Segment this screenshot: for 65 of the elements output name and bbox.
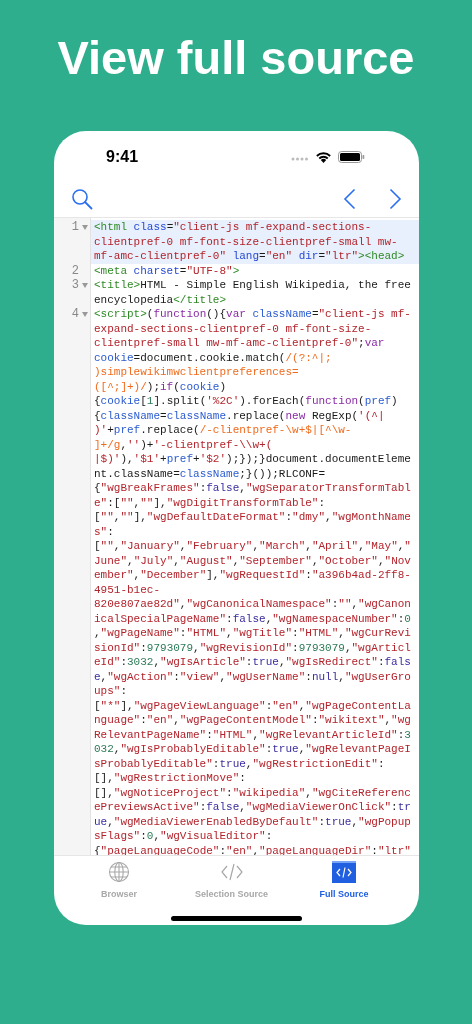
code-line: 4951-b1ec- bbox=[94, 582, 160, 597]
code-line: <meta charset="UTF-8"> bbox=[94, 263, 240, 278]
code-line: |$)'),'$1'+pref+'$2');});}document.documentEleme bbox=[94, 452, 411, 467]
line-number: 2 bbox=[71, 263, 79, 278]
fold-triangle-icon[interactable] bbox=[82, 312, 88, 317]
code-line: expand-sections-clientpref-0 mf-font-size- bbox=[94, 321, 372, 336]
line-number: 1 bbox=[71, 220, 79, 235]
code-line: nguage":"en","wgPageContentModel":"wikitext","wg bbox=[94, 713, 411, 728]
code-line: June","July","August","September","October","Nov bbox=[94, 553, 411, 568]
globe-icon bbox=[107, 861, 131, 883]
code-line: mf-amc-clientpref-0" lang="en" dir="ltr"><head> bbox=[94, 249, 405, 264]
line-number: 3 bbox=[71, 278, 79, 293]
code-line: )'+pref.replace(/-clientpref-\w+$|[^\w- bbox=[94, 423, 352, 438]
code-line: [],"wgNoticeProject":"wikipedia","wgCiteReferenc bbox=[94, 785, 411, 800]
fold-triangle-icon[interactable] bbox=[82, 283, 88, 288]
code-line: encyclopedia</title> bbox=[94, 292, 227, 307]
code-line: {"pageLanguageCode":"en","pageLanguageDir":"ltr" bbox=[94, 843, 411, 855]
code-line: s": bbox=[94, 524, 114, 539]
code-line: <title>HTML - Simple English Wikipedia, the free bbox=[94, 278, 411, 293]
next-icon[interactable] bbox=[389, 188, 402, 210]
code-line: ["*"],"wgPageViewLanguage":"en","wgPageContentLa bbox=[94, 698, 411, 713]
code-line: e":["",""],"wgDigitTransformTable": bbox=[94, 495, 326, 510]
previous-icon[interactable] bbox=[343, 188, 356, 210]
code-line: <html class="client-js mf-expand-sections- bbox=[94, 220, 372, 235]
code-icon bbox=[219, 861, 244, 883]
search-icon[interactable] bbox=[71, 188, 93, 210]
code-line: ["",""],"wgDefaultDateFormat":"dmy","wgMonthName bbox=[94, 510, 411, 525]
tab[interactable]: Browser bbox=[64, 861, 174, 907]
wifi-icon bbox=[315, 151, 332, 163]
code-line: 820e807ae82d","wgCanonicalNamespace":"","wgCanon bbox=[94, 597, 411, 612]
headline: View full source bbox=[57, 30, 415, 86]
code-line: ember","December"],"wgRequestId":"a396b4ad-2ff8- bbox=[94, 568, 411, 583]
code-line: nt.className=className;}());RLCONF= bbox=[94, 466, 326, 481]
code-line: e,"wgAction":"view","wgUserName":null,"wgUserGro bbox=[94, 669, 411, 684]
battery-icon bbox=[338, 151, 365, 163]
code-line: sionId":9793079,"wgRevisionId":9793079,"wgArticl bbox=[94, 640, 411, 655]
code-line: <script>(function(){var className="client-js mf- bbox=[94, 307, 411, 322]
code-line: clientpref-0 mf-font-size-clientpref-small mw- bbox=[94, 234, 398, 249]
code-line: eId":3032,"wgIsArticle":true,"wgIsRedirect":fals bbox=[94, 655, 411, 670]
code-line: ue,"wgMediaViewerEnabledByDefault":true,"wgPopup bbox=[94, 814, 411, 829]
line-number: 4 bbox=[71, 307, 79, 322]
code-line: clientpref-small mw-mf-amc-clientpref-0";var bbox=[94, 336, 385, 351]
code-line: ]+/g,'')+'-clientpref-\\w+( bbox=[94, 437, 273, 452]
code-line: {"wgBreakFrames":false,"wgSeparatorTransformTabl bbox=[94, 481, 411, 496]
code-line: {cookie[1].split('%2C').forEach(function(pref) bbox=[94, 394, 398, 409]
code-line: {className=className.replace(new RegExp('(^| bbox=[94, 408, 385, 423]
code-line: icalSpecialPageName":false,"wgNamespaceNumber":0 bbox=[94, 611, 411, 626]
code-line: ,"wgPageName":"HTML","wgTitle":"HTML","wgCurRevi bbox=[94, 626, 411, 641]
tab[interactable]: Full Source bbox=[289, 861, 399, 907]
tab[interactable]: Selection Source bbox=[176, 861, 287, 907]
code-line: ([^;]+)/);if(cookie) bbox=[94, 379, 227, 394]
code-line: cookie=document.cookie.match(/(?:^|; bbox=[94, 350, 332, 365]
status-time: 9:41 bbox=[106, 148, 139, 166]
code-line: ePreviewsActive":false,"wgMediaViewerOnClick":tr bbox=[94, 800, 411, 815]
code-line: RelevantPageName":"HTML","wgRelevantArticleId":3 bbox=[94, 727, 411, 742]
code-line: sProbablyEditable":true,"wgRestrictionEdit": bbox=[94, 756, 385, 771]
code-line: ["","January","February","March","April","May"," bbox=[94, 539, 411, 554]
code-icon bbox=[332, 861, 356, 883]
code-line: 032,"wgIsProbablyEditable":true,"wgRelevantPageI bbox=[94, 742, 411, 757]
code-line: ups": bbox=[94, 684, 127, 699]
signal-icon bbox=[291, 157, 309, 161]
fold-triangle-icon[interactable] bbox=[82, 225, 88, 230]
code-line: sFlags":0,"wgVisualEditor": bbox=[94, 829, 273, 844]
code-line: [],"wgRestrictionMove": bbox=[94, 771, 246, 786]
code-line: )simplewikimwclientpreferences= bbox=[94, 365, 299, 380]
